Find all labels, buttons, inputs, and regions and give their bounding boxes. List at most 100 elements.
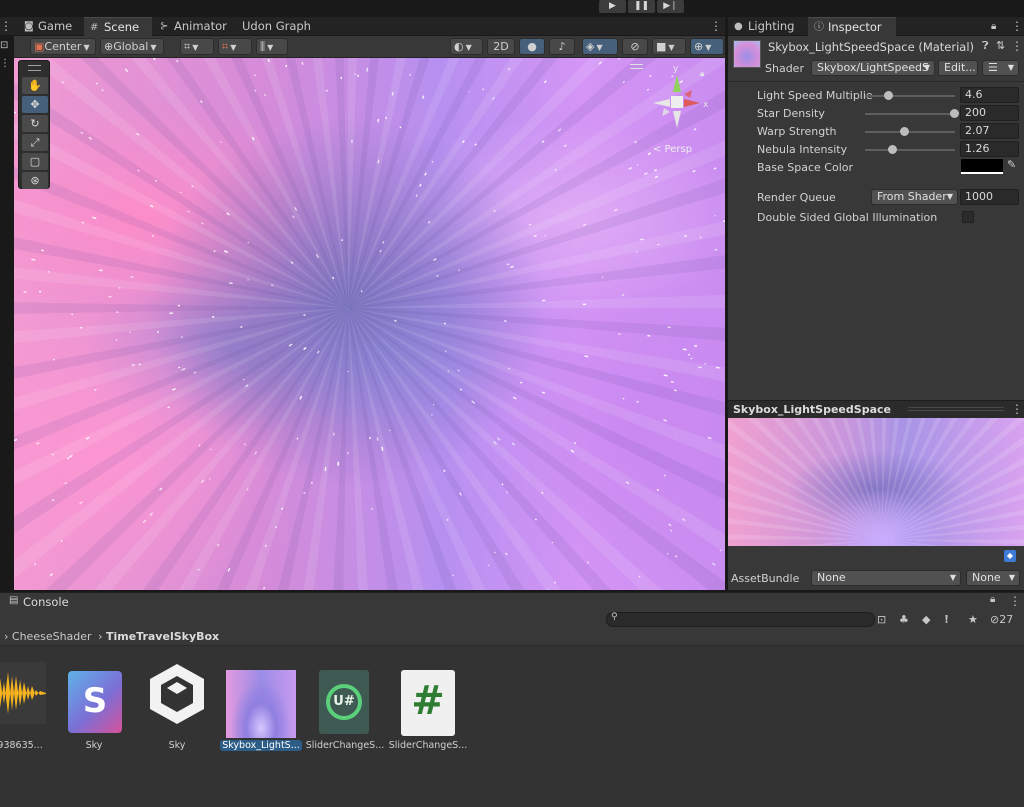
align-button[interactable]: ⫼ ▼ [256,38,288,55]
align-icon: ⫼ [260,40,266,53]
prop-warp-strength-field[interactable]: 2.07 [960,123,1019,139]
layout-icon[interactable]: ⊡ [0,37,8,54]
favorite-star-icon[interactable]: ★ [968,611,978,628]
lighting-toggle[interactable]: ● [519,38,545,55]
tab-console[interactable]: Console [23,595,69,609]
rotate-tool-icon[interactable]: ↻ [22,115,48,132]
prop-star-density-slider[interactable] [865,109,959,118]
play-button[interactable]: ▶ [599,0,626,13]
gizmos-button[interactable]: ⊕ ▼ [690,38,724,55]
assetbundle-variant-dropdown[interactable]: None ▼ [966,570,1020,586]
overlay-menu-icon[interactable] [630,64,643,69]
star [634,140,637,144]
render-queue-dropdown[interactable]: From Shader ▼ [871,189,958,205]
star [471,400,476,404]
dsgi-checkbox[interactable] [962,211,974,223]
filter-label-icon[interactable]: ◆ [922,611,930,628]
shader-dropdown[interactable]: Skybox/LightSpeedS ▼ [811,60,935,76]
warning-filter-icon[interactable]: ❗︎ [945,611,948,628]
tab-inspector[interactable]: ⓘ Inspector [808,17,896,36]
prop-light-speed-field[interactable]: 4.6 [960,87,1019,103]
star [493,441,497,445]
breadcrumb-current[interactable]: TimeTravelSkyBox [106,630,219,643]
base-color-swatch[interactable] [961,159,1003,174]
search-filter-icon[interactable]: ⊡ [877,611,886,628]
lock-icon[interactable]: 🔒︎ [700,69,704,79]
space-dropdown[interactable]: ⊕Global ▼ [100,38,164,55]
drag-handle[interactable] [908,407,1004,411]
star [540,491,544,495]
star [181,367,186,371]
mute-icon: ♪ [558,40,566,53]
orientation-gizmo[interactable]: y x 🔒︎ [648,64,710,136]
gizmo-axis-x: x [703,100,709,110]
projection-label[interactable]: < Persp [653,144,692,155]
material-preview[interactable] [728,418,1024,546]
grid-snap-button[interactable]: ⌗ ▼ [180,38,214,55]
assetbundle-name-dropdown[interactable]: None ▼ [811,570,961,586]
side-more-icon[interactable]: ⋮ [0,55,10,72]
tab-animator[interactable]: ⊱ Animator [154,17,232,36]
lock-icon[interactable]: 🔒︎ [990,594,995,605]
draw-mode-button[interactable]: ◐ ▼ [450,38,483,55]
render-queue-mode: From Shader [877,190,947,203]
search-input[interactable]: ⚲ [606,612,875,627]
prop-light-speed-slider[interactable] [865,91,955,100]
star [582,223,587,227]
eye-slash-icon: ⊘ [630,40,640,53]
slider-knob[interactable] [883,91,893,100]
audio-toggle[interactable]: ♪ [549,38,575,55]
render-queue-field[interactable]: 1000 [960,189,1019,205]
tab-lighting[interactable]: ● Lighting [728,17,806,36]
hand-tool-icon[interactable]: ✋ [22,77,48,94]
visibility-toggle[interactable]: ⊘ [622,38,648,55]
hidden-count[interactable]: ⊘27 [990,611,1013,628]
scene-viewport[interactable] [14,58,725,590]
edit-shader-button[interactable]: Edit... [938,60,978,76]
preview-rays [728,418,1024,546]
breadcrumb-parent[interactable]: CheeseShader [12,630,92,643]
scale-tool-icon[interactable]: ⤢ [22,134,48,151]
slider-knob[interactable] [888,145,898,154]
slider-knob[interactable] [900,127,910,136]
component-menu-icon[interactable]: ⋮ [1011,39,1023,53]
prop-nebula-intensity-slider[interactable] [865,145,955,154]
preset-icon[interactable]: ⇅ [996,39,1005,52]
hidden-count-value: 27 [999,613,1014,626]
panel-menu-icon[interactable]: ⋮ [0,17,12,36]
star [462,140,465,144]
palette-grip-icon[interactable] [28,65,41,71]
shader-options-button[interactable]: ☰ ▼ [982,60,1019,76]
effects-button[interactable]: ◈ ▼ [582,38,618,55]
help-icon[interactable]: ❓︎ [982,39,989,53]
star [666,552,669,555]
console-more-icon[interactable]: ⋮ [1009,594,1021,608]
pause-button[interactable]: ❚❚ [628,0,655,13]
inspector-more-icon[interactable]: ⋮ [1011,17,1023,36]
lock-icon[interactable]: 🔒︎ [991,17,996,36]
camera-button[interactable]: ■ ▼ [652,38,686,55]
eyedropper-icon[interactable]: ✎ [1007,158,1016,171]
dsgi-label: Double Sided Global Illumination [757,211,938,224]
tab-udon-graph[interactable]: Udon Graph [222,17,312,36]
transform-tool-icon[interactable]: ⊛ [22,172,48,189]
2d-toggle[interactable]: 2D [487,38,515,55]
scene-more-icon[interactable]: ⋮ [710,17,722,36]
bulb-icon: ● [527,40,537,53]
filter-type-icon[interactable]: ♣ [899,611,909,628]
slider-knob[interactable] [950,109,959,118]
tab-game[interactable]: ◙ Game [18,17,82,36]
prop-nebula-intensity-field[interactable]: 1.26 [960,141,1019,157]
increment-snap-button[interactable]: ⌗ ▼ [218,38,252,55]
move-tool-icon[interactable]: ✥ [22,96,48,113]
tab-scene[interactable]: # Scene [84,17,152,36]
prop-warp-strength-slider[interactable] [865,127,955,136]
step-button[interactable]: ▶❘ [657,0,684,13]
prop-star-density-field[interactable]: 200 [960,105,1019,121]
gizmo-globe-icon: ⊕ [694,40,704,53]
pivot-dropdown[interactable]: ▣Center ▼ [30,38,96,55]
rect-tool-icon[interactable]: ▢ [22,153,48,170]
label-tag-icon[interactable]: ◆ [1004,550,1016,562]
star [528,223,532,226]
preview-more-icon[interactable]: ⋮ [1011,402,1023,416]
